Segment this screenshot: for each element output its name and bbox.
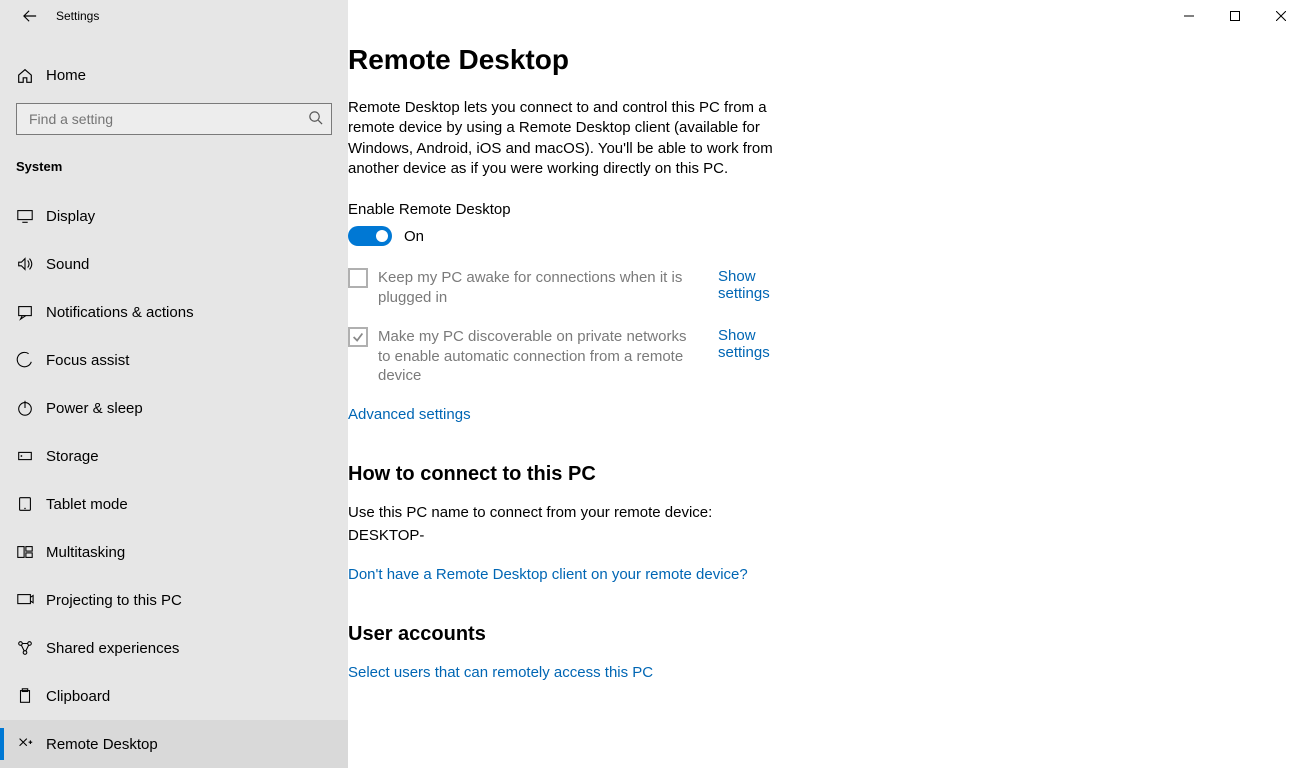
sidebar-item-label: Sound	[46, 256, 89, 273]
sidebar-item-label: Storage	[46, 448, 99, 465]
sidebar-item-label: Display	[46, 208, 95, 225]
sidebar-item-sound[interactable]: Sound	[0, 240, 348, 288]
minimize-button[interactable]	[1166, 0, 1212, 32]
discoverable-label: Make my PC discoverable on private netwo…	[378, 327, 698, 386]
enable-remote-desktop-toggle[interactable]	[348, 226, 392, 246]
main-content: Remote Desktop Remote Desktop lets you c…	[348, 0, 1304, 768]
category-label: System	[0, 141, 348, 176]
sidebar-item-label: Notifications & actions	[46, 304, 194, 321]
shared-exp-icon	[16, 639, 46, 657]
sidebar-item-label: Power & sleep	[46, 400, 143, 417]
tablet-icon	[16, 495, 46, 513]
page-title: Remote Desktop	[348, 44, 1048, 76]
sidebar-item-label: Focus assist	[46, 352, 129, 369]
home-label: Home	[46, 67, 86, 84]
sidebar-item-power-sleep[interactable]: Power & sleep	[0, 384, 348, 432]
sidebar-item-clipboard[interactable]: Clipboard	[0, 672, 348, 720]
connect-instruction: Use this PC name to connect from your re…	[348, 504, 1048, 521]
sound-icon	[16, 255, 46, 273]
rdp-client-link[interactable]: Don't have a Remote Desktop client on yo…	[348, 566, 748, 583]
back-arrow-icon	[23, 9, 37, 23]
enable-label: Enable Remote Desktop	[348, 201, 1048, 218]
close-button[interactable]	[1258, 0, 1304, 32]
sidebar-item-tablet-mode[interactable]: Tablet mode	[0, 480, 348, 528]
sidebar-item-label: Tablet mode	[46, 496, 128, 513]
sidebar-item-label: Projecting to this PC	[46, 592, 182, 609]
sidebar-item-storage[interactable]: Storage	[0, 432, 348, 480]
sidebar-item-label: Multitasking	[46, 544, 125, 561]
projecting-icon	[16, 591, 46, 609]
keep-awake-show-settings-link[interactable]: Show settings	[718, 268, 770, 302]
discoverable-checkbox[interactable]	[348, 327, 368, 347]
pc-name: DESKTOP-	[348, 527, 1048, 544]
search-input[interactable]	[17, 104, 331, 134]
sidebar-item-projecting[interactable]: Projecting to this PC	[0, 576, 348, 624]
multitasking-icon	[16, 543, 46, 561]
toggle-state-label: On	[404, 228, 424, 245]
app-title: Settings	[56, 9, 99, 23]
advanced-settings-link[interactable]: Advanced settings	[348, 406, 471, 423]
notifications-icon	[16, 303, 46, 321]
sidebar-item-multitasking[interactable]: Multitasking	[0, 528, 348, 576]
maximize-button[interactable]	[1212, 0, 1258, 32]
focus-assist-icon	[16, 351, 46, 369]
nav-list: Display Sound Notifications & actions Fo…	[0, 192, 348, 768]
sidebar-item-notifications[interactable]: Notifications & actions	[0, 288, 348, 336]
sidebar-item-label: Remote Desktop	[46, 736, 158, 753]
sidebar-item-remote-desktop[interactable]: Remote Desktop	[0, 720, 348, 768]
storage-icon	[16, 447, 46, 465]
home-icon	[16, 67, 46, 85]
sidebar-item-focus-assist[interactable]: Focus assist	[0, 336, 348, 384]
keep-awake-checkbox[interactable]	[348, 268, 368, 288]
select-users-link[interactable]: Select users that can remotely access th…	[348, 664, 653, 681]
keep-awake-label: Keep my PC awake for connections when it…	[378, 268, 698, 307]
display-icon	[16, 207, 46, 225]
back-button[interactable]	[10, 0, 50, 32]
accounts-section-title: User accounts	[348, 623, 1048, 646]
page-description: Remote Desktop lets you connect to and c…	[348, 98, 808, 179]
sidebar-item-label: Shared experiences	[46, 640, 179, 657]
sidebar-item-shared-exp[interactable]: Shared experiences	[0, 624, 348, 672]
sidebar-item-display[interactable]: Display	[0, 192, 348, 240]
search-box[interactable]	[16, 103, 332, 135]
search-icon	[308, 110, 323, 128]
power-icon	[16, 399, 46, 417]
home-nav[interactable]: Home	[0, 60, 348, 91]
connect-section-title: How to connect to this PC	[348, 463, 1048, 486]
sidebar-item-label: Clipboard	[46, 688, 110, 705]
discoverable-show-settings-link[interactable]: Show settings	[718, 327, 770, 361]
window-controls	[1166, 0, 1304, 32]
sidebar: Settings Home System Display	[0, 0, 348, 768]
clipboard-icon	[16, 687, 46, 705]
remote-desktop-icon	[16, 735, 46, 753]
